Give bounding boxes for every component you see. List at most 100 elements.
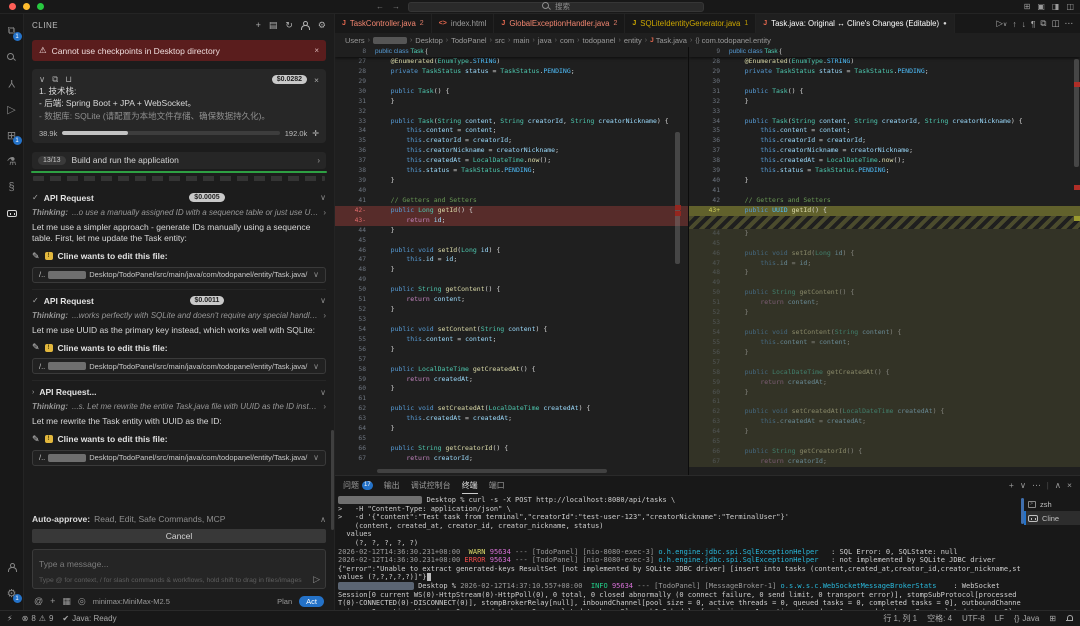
code-line[interactable]: 54 public void setContent(String content…: [335, 325, 688, 335]
activity-extensions[interactable]: ⊞1: [0, 122, 24, 148]
api-request-header[interactable]: › API Request... ∨: [32, 387, 326, 397]
code-line[interactable]: 57: [335, 355, 688, 365]
code-line[interactable]: 45: [689, 239, 1080, 249]
code-line[interactable]: 46 public void setId(Long id) {: [689, 249, 1080, 259]
activity-cline[interactable]: [0, 200, 24, 226]
code-line[interactable]: 53: [335, 315, 688, 325]
code-line[interactable]: 39 }: [335, 176, 688, 186]
terminal-scrollbar[interactable]: [1021, 494, 1024, 610]
auto-approve-row[interactable]: Auto-approve: Read, Edit, Safe Commands,…: [32, 514, 326, 524]
terminal-output[interactable]: Desktop % curl -s -X POST http://localho…: [335, 494, 1021, 610]
code-line[interactable]: 31 }: [335, 97, 688, 107]
code-line[interactable]: 50 public String getContent() {: [335, 285, 688, 295]
code-line[interactable]: 60 }: [335, 384, 688, 394]
new-terminal-icon[interactable]: +: [1009, 480, 1014, 490]
panel-tab-输出[interactable]: 输出: [384, 476, 400, 494]
code-line[interactable]: 34 public Task(String content, String cr…: [689, 117, 1080, 127]
run-dropdown-icon[interactable]: ▷∨: [996, 18, 1007, 29]
terminal-dropdown-icon[interactable]: ∨: [1020, 480, 1026, 491]
feedback-icon[interactable]: ⊞: [1049, 614, 1056, 623]
activity-source-control[interactable]: Y: [0, 70, 24, 96]
servers-icon[interactable]: ▤: [269, 20, 278, 31]
cursor-position[interactable]: 行 1, 列 1: [883, 613, 917, 624]
code-line[interactable]: 66 public String getCreatorId() {: [335, 444, 688, 454]
api-request-header[interactable]: ✓ API Request $0.0005 ∨: [32, 193, 326, 203]
back-icon[interactable]: ←: [376, 3, 384, 11]
code-line[interactable]: 33: [689, 107, 1080, 117]
terminal-session-zsh[interactable]: >zsh: [1024, 497, 1080, 511]
code-line[interactable]: 28 private TaskStatus status = TaskStatu…: [335, 67, 688, 77]
diff-modified-pane[interactable]: 9 public class Task { 28 @Enumerated(Enu…: [688, 47, 1080, 475]
code-line[interactable]: 38 this.createdAt = LocalDateTime.now();: [689, 156, 1080, 166]
split-editor-icon[interactable]: ◫: [1066, 2, 1074, 11]
code-line[interactable]: 55 this.content = content;: [335, 335, 688, 345]
chevron-down-icon[interactable]: ∨: [320, 388, 326, 397]
code-line[interactable]: 65: [335, 434, 688, 444]
command-center-search[interactable]: 搜索: [408, 2, 704, 12]
chevron-down-icon[interactable]: ∨: [320, 193, 326, 202]
minimize-window-button[interactable]: [23, 3, 30, 10]
thinking-row[interactable]: Thinking: ...o use a manually assigned I…: [32, 208, 326, 217]
act-mode-toggle[interactable]: Act: [299, 596, 324, 607]
code-line[interactable]: 63 this.createdAt = createdAt;: [689, 417, 1080, 427]
left-hscrollbar[interactable]: [377, 469, 607, 473]
code-line[interactable]: 49: [335, 275, 688, 285]
collapse-task-icon[interactable]: ∨: [39, 74, 45, 85]
breadcrumb-item[interactable]: Users: [345, 36, 365, 45]
chevron-down-icon[interactable]: ∨: [313, 270, 319, 279]
code-line[interactable]: 29: [335, 77, 688, 87]
code-line[interactable]: 50 public String getContent() {: [689, 288, 1080, 298]
code-line[interactable]: 34 this.content = content;: [335, 126, 688, 136]
code-line[interactable]: 43+ public UUID getId() {: [689, 206, 1080, 216]
close-panel-icon[interactable]: ×: [1067, 480, 1072, 490]
code-line[interactable]: 40 }: [689, 176, 1080, 186]
add-icon[interactable]: +: [50, 596, 55, 606]
activity-settings[interactable]: ⚙1: [0, 580, 24, 606]
code-line[interactable]: 47 this.id = id;: [335, 255, 688, 265]
chevron-down-icon[interactable]: ∨: [313, 362, 319, 371]
code-line[interactable]: 56 }: [689, 348, 1080, 358]
breadcrumb-item[interactable]: {}com.todopanel.entity: [695, 36, 771, 45]
problems-summary[interactable]: ⊗8 ⚠9: [22, 614, 54, 623]
code-line[interactable]: 32: [335, 107, 688, 117]
banner-close-icon[interactable]: ×: [314, 46, 319, 55]
more-actions-icon[interactable]: ⋯: [1065, 18, 1074, 29]
api-request-header[interactable]: ✓ API Request $0.0011 ∨: [32, 296, 326, 306]
breadcrumb-item[interactable]: src: [495, 36, 505, 45]
code-line[interactable]: 62 public void setCreatedAt(LocalDateTim…: [689, 407, 1080, 417]
code-line[interactable]: 41 // Getters and Setters: [335, 196, 688, 206]
dirty-dot-icon[interactable]: ●: [943, 21, 947, 27]
message-input[interactable]: [39, 559, 319, 569]
chevron-down-icon[interactable]: ∨: [313, 453, 319, 462]
code-line[interactable]: 65: [689, 437, 1080, 447]
breadcrumb-item[interactable]: todopanel: [583, 36, 616, 45]
code-line[interactable]: 59 return createdAt;: [689, 378, 1080, 388]
code-line[interactable]: 28 @Enumerated(EnumType.STRING): [689, 57, 1080, 67]
whitespace-icon[interactable]: ¶: [1031, 19, 1036, 29]
task-close-icon[interactable]: ×: [314, 75, 319, 85]
code-line[interactable]: 36 this.creatorId = creatorId;: [689, 136, 1080, 146]
split-editor-icon[interactable]: ◫: [1051, 18, 1059, 29]
code-line[interactable]: 33 public Task(String content, String cr…: [335, 117, 688, 127]
breadcrumb-item[interactable]: Desktop: [415, 36, 443, 45]
code-line[interactable]: 52 }: [335, 305, 688, 315]
sidebar-scrollbar[interactable]: [331, 430, 334, 530]
code-line[interactable]: 61: [689, 397, 1080, 407]
code-line[interactable]: 54 public void setContent(String content…: [689, 328, 1080, 338]
code-line[interactable]: 63 this.createdAt = createdAt;: [335, 414, 688, 424]
code-line[interactable]: 60 }: [689, 388, 1080, 398]
breadcrumb-item[interactable]: entity: [624, 36, 642, 45]
activity-run-debug[interactable]: ▷: [0, 96, 24, 122]
code-line[interactable]: 41: [689, 186, 1080, 196]
java-status[interactable]: ✔ Java: Ready: [62, 614, 116, 623]
tab-taskcontroller.java[interactable]: JTaskController.java2: [335, 14, 432, 33]
right-scrollbar[interactable]: [1074, 59, 1079, 167]
language-mode[interactable]: {} Java: [1014, 614, 1039, 623]
tab-sqliteidentitygenerator.java[interactable]: JSQLiteIdentityGenerator.java1: [625, 14, 756, 33]
panel-tab-问题[interactable]: 问题17: [343, 476, 373, 494]
cancel-button[interactable]: Cancel: [32, 529, 326, 543]
history-icon[interactable]: ↻: [285, 20, 293, 31]
activity-account[interactable]: [0, 554, 24, 580]
mcp-grid-icon[interactable]: ▦: [62, 596, 71, 607]
more-actions-icon[interactable]: ⋯: [1032, 480, 1041, 491]
